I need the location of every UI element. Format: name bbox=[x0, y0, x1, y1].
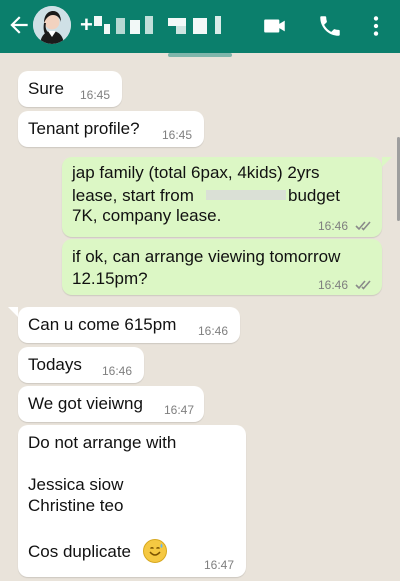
contact-avatar[interactable] bbox=[33, 6, 71, 44]
bubble-tail bbox=[382, 157, 392, 167]
message-line: lease, start from bbox=[72, 186, 194, 205]
message-text: Sure bbox=[28, 79, 64, 98]
message-time: 16:46 bbox=[318, 219, 349, 233]
message-time: 16:46 bbox=[102, 364, 133, 378]
read-receipt-icon bbox=[355, 279, 373, 291]
chat-header: + bbox=[0, 0, 400, 53]
read-receipt-icon bbox=[355, 220, 373, 232]
message-text: Tenant profile? bbox=[28, 119, 140, 138]
sweat-smile-emoji-icon bbox=[143, 539, 167, 563]
message-bubble-outgoing[interactable]: if ok, can arrange viewing tomorrow 12.1… bbox=[62, 239, 382, 295]
more-vert-icon[interactable] bbox=[363, 13, 389, 39]
message-time: 16:46 bbox=[318, 278, 349, 292]
message-bubble-incoming[interactable]: Can u come 615pm 16:46 bbox=[18, 307, 240, 343]
redacted-date bbox=[206, 190, 286, 200]
message-text: Todays bbox=[28, 355, 82, 374]
message-time: 16:46 bbox=[198, 324, 229, 338]
message-line: 7K, company lease. bbox=[72, 206, 222, 225]
chat-area[interactable]: Sure 16:45 Tenant profile? 16:45 jap fam… bbox=[0, 53, 400, 581]
message-bubble-outgoing[interactable]: jap family (total 6pax, 4kids) 2yrs leas… bbox=[62, 157, 382, 237]
message-line: Do not arrange with bbox=[28, 433, 177, 452]
message-line: Christine teo bbox=[28, 496, 124, 515]
message-bubble-incoming[interactable]: We got vieiwng 16:47 bbox=[18, 386, 204, 422]
back-arrow-icon[interactable] bbox=[6, 12, 32, 38]
message-bubble-incoming[interactable]: Do not arrange with Jessica siow Christi… bbox=[18, 425, 246, 577]
phone-icon[interactable] bbox=[317, 13, 343, 39]
message-time: 16:47 bbox=[204, 558, 235, 572]
redacted-contact-name bbox=[90, 14, 230, 36]
message-line: 12.15pm? bbox=[72, 269, 148, 288]
message-bubble-incoming[interactable]: Sure 16:45 bbox=[18, 71, 122, 107]
message-text: Can u come 615pm bbox=[28, 315, 177, 334]
message-line: if ok, can arrange viewing tomorrow bbox=[72, 247, 341, 266]
message-time: 16:47 bbox=[164, 403, 195, 417]
message-bubble-incoming[interactable]: Todays 16:46 bbox=[18, 347, 144, 383]
message-line: jap family (total 6pax, 4kids) 2yrs bbox=[72, 163, 320, 182]
scroll-indicator bbox=[168, 53, 232, 57]
video-call-icon[interactable] bbox=[262, 13, 288, 39]
message-line: Cos duplicate bbox=[28, 542, 132, 561]
message-line: Jessica siow bbox=[28, 475, 124, 494]
message-bubble-incoming[interactable]: Tenant profile? 16:45 bbox=[18, 111, 204, 147]
message-text: We got vieiwng bbox=[28, 394, 143, 413]
message-time: 16:45 bbox=[80, 88, 111, 102]
message-time: 16:45 bbox=[162, 128, 193, 142]
bubble-tail bbox=[8, 307, 18, 317]
message-line: budget bbox=[288, 186, 340, 205]
